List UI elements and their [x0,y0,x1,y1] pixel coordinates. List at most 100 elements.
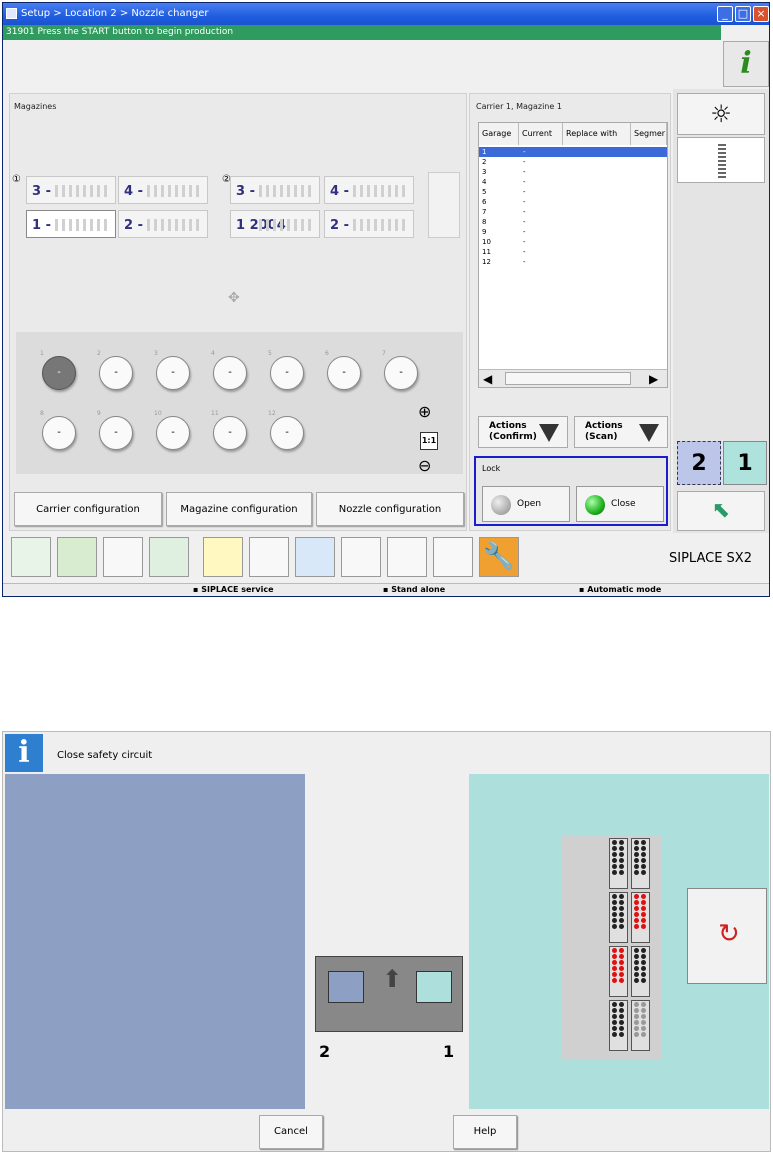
magazine-column [631,1000,650,1051]
scroll-left-icon[interactable]: ◀ [483,372,492,386]
nozzle-number: 12 [268,410,276,417]
return-arrow-icon[interactable]: ⬉ [677,491,765,531]
wrench-icon[interactable]: 🔧 [479,537,519,577]
nozzle-configuration-button[interactable]: Nozzle configuration [316,492,464,526]
table-row[interactable]: 6- [479,197,667,207]
carrier-panel: Carrier 1, Magazine 1 Garage Current Rep… [469,93,671,531]
bar-chart-icon[interactable] [103,537,143,577]
location-2-button[interactable]: 2 [677,441,721,485]
hand-gear-icon[interactable] [433,537,473,577]
magazine-box[interactable]: 2 - [118,210,208,238]
table-row[interactable]: 3- [479,167,667,177]
oil-can-icon[interactable] [341,537,381,577]
grid-icon[interactable] [57,537,97,577]
magazine-value: - [137,218,143,233]
carrier-configuration-button[interactable]: Carrier configuration [14,492,162,526]
nozzle-garage[interactable]: - [42,356,76,390]
magazine-box[interactable]: 3 - [230,176,320,204]
lock-close-button[interactable]: Close [576,486,664,522]
pen-icon[interactable] [387,537,427,577]
nozzle-garage[interactable]: - [99,416,133,450]
table-row[interactable]: 9- [479,227,667,237]
current-cell: - [523,158,526,166]
lock-close-label: Close [611,499,636,509]
minimize-button[interactable]: _ [717,6,733,22]
nozzle-garage[interactable]: - [156,356,190,390]
table-row[interactable]: 2- [479,157,667,167]
table-row[interactable]: 4- [479,177,667,187]
service-status: ▪ SIPLACE service [193,585,274,594]
line-chart-icon[interactable] [249,537,289,577]
location-1-button[interactable]: 1 [723,441,767,485]
zoom-in-icon[interactable]: ⊕ [418,402,431,421]
sun-icon[interactable]: ☼ [677,93,765,135]
main-toolbar: 🔧 SIPLACE SX2 [7,533,767,583]
magazine-box[interactable]: 3 - [26,176,116,204]
actions-scan-button[interactable]: Actions (Scan) [574,416,668,448]
scroll-right-icon[interactable]: ▶ [649,372,658,386]
table-row[interactable]: 7- [479,207,667,217]
mode-label: Automatic mode [587,585,662,594]
garage-table[interactable]: Garage Current Replace with Segmer 1-2-3… [478,122,668,388]
table-row[interactable]: 11 - [479,247,667,257]
lock-open-button[interactable]: Open [482,486,570,522]
help-button[interactable]: Help [453,1115,517,1149]
mode-status: ▪ Automatic mode [579,585,662,594]
magazine-box[interactable]: 4 - [324,176,414,204]
nozzle-garage[interactable]: - [99,356,133,390]
cancel-button[interactable]: Cancel [259,1115,323,1149]
stack-icon[interactable] [11,537,51,577]
zoom-out-icon[interactable]: ⊖ [418,456,431,475]
nozzle-number: 9 [97,410,101,417]
nozzle-garage[interactable]: - [270,356,304,390]
table-row[interactable]: 5- [479,187,667,197]
nozzle-garage[interactable]: - [327,356,361,390]
table-icon[interactable] [149,537,189,577]
open-indicator-icon [491,495,511,515]
close-button[interactable]: × [753,6,769,22]
zoom-reset-button[interactable]: 1:1 [420,432,438,450]
app-icon [6,8,17,19]
nozzle-number: 7 [382,350,386,357]
camera-icon[interactable] [295,537,335,577]
slot-dots [353,185,409,197]
table-row[interactable]: 1- [479,147,667,157]
nozzle-garage[interactable]: - [156,416,190,450]
nozzle-garage[interactable]: - [270,416,304,450]
magazine-box[interactable]: 1 - [26,210,116,238]
magazine-value: - [45,184,51,199]
nozzle-garage[interactable]: - [42,416,76,450]
warning-cards-icon[interactable] [203,537,243,577]
magazine-id: 4 [330,184,340,199]
horizontal-scrollbar[interactable]: ◀ ▶ [479,369,667,387]
magazines-panel: Magazines ① ② 3 -4 -1 -2 -3 -4 -1 20042 … [9,93,467,531]
actions-confirm-button[interactable]: Actions (Confirm) [478,416,568,448]
col-replace[interactable]: Replace with [563,123,631,145]
magazine-column [631,838,650,889]
scroll-thumb[interactable] [505,372,631,385]
location-1-area: ↻ [469,774,769,1109]
magazine-box[interactable]: 1 2004 [230,210,320,238]
magazine-box[interactable]: 4 - [118,176,208,204]
magazine-value: - [343,218,349,233]
col-segment[interactable]: Segmer [631,123,667,145]
current-cell: - [523,198,526,206]
table-row[interactable]: 12 - [479,257,667,267]
maximize-button[interactable]: □ [735,6,751,22]
nozzle-garage[interactable]: - [384,356,418,390]
magazine-configuration-button[interactable]: Magazine configuration [166,492,312,526]
table-row[interactable]: 10 - [479,237,667,247]
service-label: SIPLACE service [201,585,274,594]
move-icon[interactable]: ✥ [228,290,240,306]
magazine-box[interactable]: 2 - [324,210,414,238]
nozzle-garage[interactable]: - [213,356,247,390]
magazine-value: - [343,184,349,199]
nozzle-garage[interactable]: - [213,416,247,450]
table-row[interactable]: 8- [479,217,667,227]
info-icon[interactable]: i [723,41,769,87]
magazine-view-button[interactable] [677,137,765,183]
magazine-slot-empty[interactable] [428,172,460,238]
col-current[interactable]: Current [519,123,563,145]
col-garage[interactable]: Garage [479,123,519,145]
magazine-id: 3 [32,184,42,199]
